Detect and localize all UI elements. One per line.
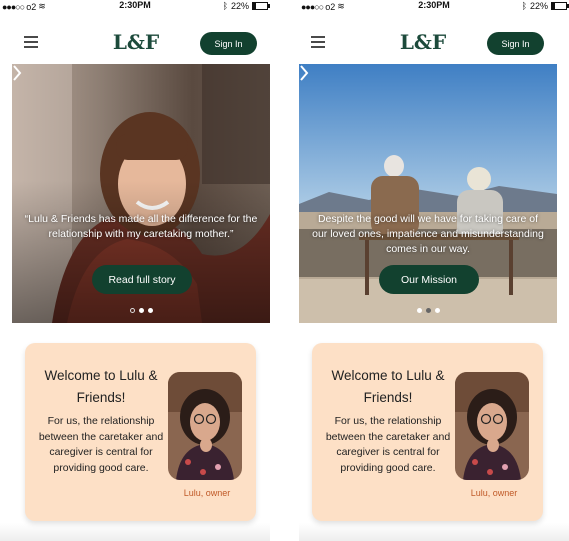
bottom-fade <box>299 523 569 541</box>
battery-percent: 22% <box>529 1 548 11</box>
owner-portrait <box>455 372 529 480</box>
battery-icon <box>551 2 569 10</box>
chevron-right-icon[interactable] <box>299 64 309 82</box>
pager-dot-2[interactable] <box>425 308 431 313</box>
owner-caption: Lulu, owner <box>183 488 231 498</box>
phone-screen-2: ●●●○○ o2 ≋ 2:30PM ᛒ 22% L&F Sign In Desp… <box>299 0 569 541</box>
read-full-story-button[interactable]: Read full story <box>92 265 192 294</box>
logo[interactable]: L&F <box>393 30 453 54</box>
pager-dot-2[interactable] <box>138 308 144 313</box>
chevron-right-icon[interactable] <box>12 64 22 82</box>
battery-percent: 22% <box>230 1 249 11</box>
welcome-title: Welcome to Lulu & Friends! <box>44 368 158 405</box>
owner-portrait <box>168 372 242 480</box>
bottom-fade <box>0 523 270 541</box>
sign-in-button[interactable]: Sign In <box>487 32 544 55</box>
welcome-card: Welcome to Lulu & Friends! For us, the r… <box>312 343 543 521</box>
hero-carousel: “Lulu & Friends has made all the differe… <box>12 64 270 323</box>
bluetooth-icon: ᛒ <box>222 1 228 11</box>
status-bar: ●●●○○ o2 ≋ 2:30PM ᛒ 22% <box>0 0 270 12</box>
owner-caption: Lulu, owner <box>470 488 518 498</box>
pager-dot-1[interactable] <box>416 308 422 313</box>
sign-in-button[interactable]: Sign In <box>200 32 257 55</box>
logo[interactable]: L&F <box>106 30 166 54</box>
carousel-pager <box>12 308 270 313</box>
pager-dot-1[interactable] <box>129 308 135 313</box>
welcome-title: Welcome to Lulu & Friends! <box>331 368 445 405</box>
menu-icon[interactable] <box>311 36 325 48</box>
status-bar: ●●●○○ o2 ≋ 2:30PM ᛒ 22% <box>299 0 569 12</box>
phone-screen-1: ●●●○○ o2 ≋ 2:30PM ᛒ 22% L&F Sign In “Lul… <box>0 0 270 541</box>
bluetooth-icon: ᛒ <box>521 1 527 11</box>
hero-quote: “Lulu & Friends has made all the differe… <box>24 213 258 240</box>
hero-quote: Despite the good will we have for taking… <box>312 213 544 255</box>
pager-dot-3[interactable] <box>147 308 153 313</box>
hero-carousel: Despite the good will we have for taking… <box>299 64 557 323</box>
battery-icon <box>252 2 270 10</box>
menu-icon[interactable] <box>24 36 38 48</box>
pager-dot-3[interactable] <box>434 308 440 313</box>
our-mission-button[interactable]: Our Mission <box>379 265 479 294</box>
welcome-body: For us, the relationship between the car… <box>38 415 164 474</box>
carousel-pager <box>299 308 557 313</box>
welcome-card: Welcome to Lulu & Friends! For us, the r… <box>25 343 256 521</box>
welcome-body: For us, the relationship between the car… <box>325 415 451 474</box>
